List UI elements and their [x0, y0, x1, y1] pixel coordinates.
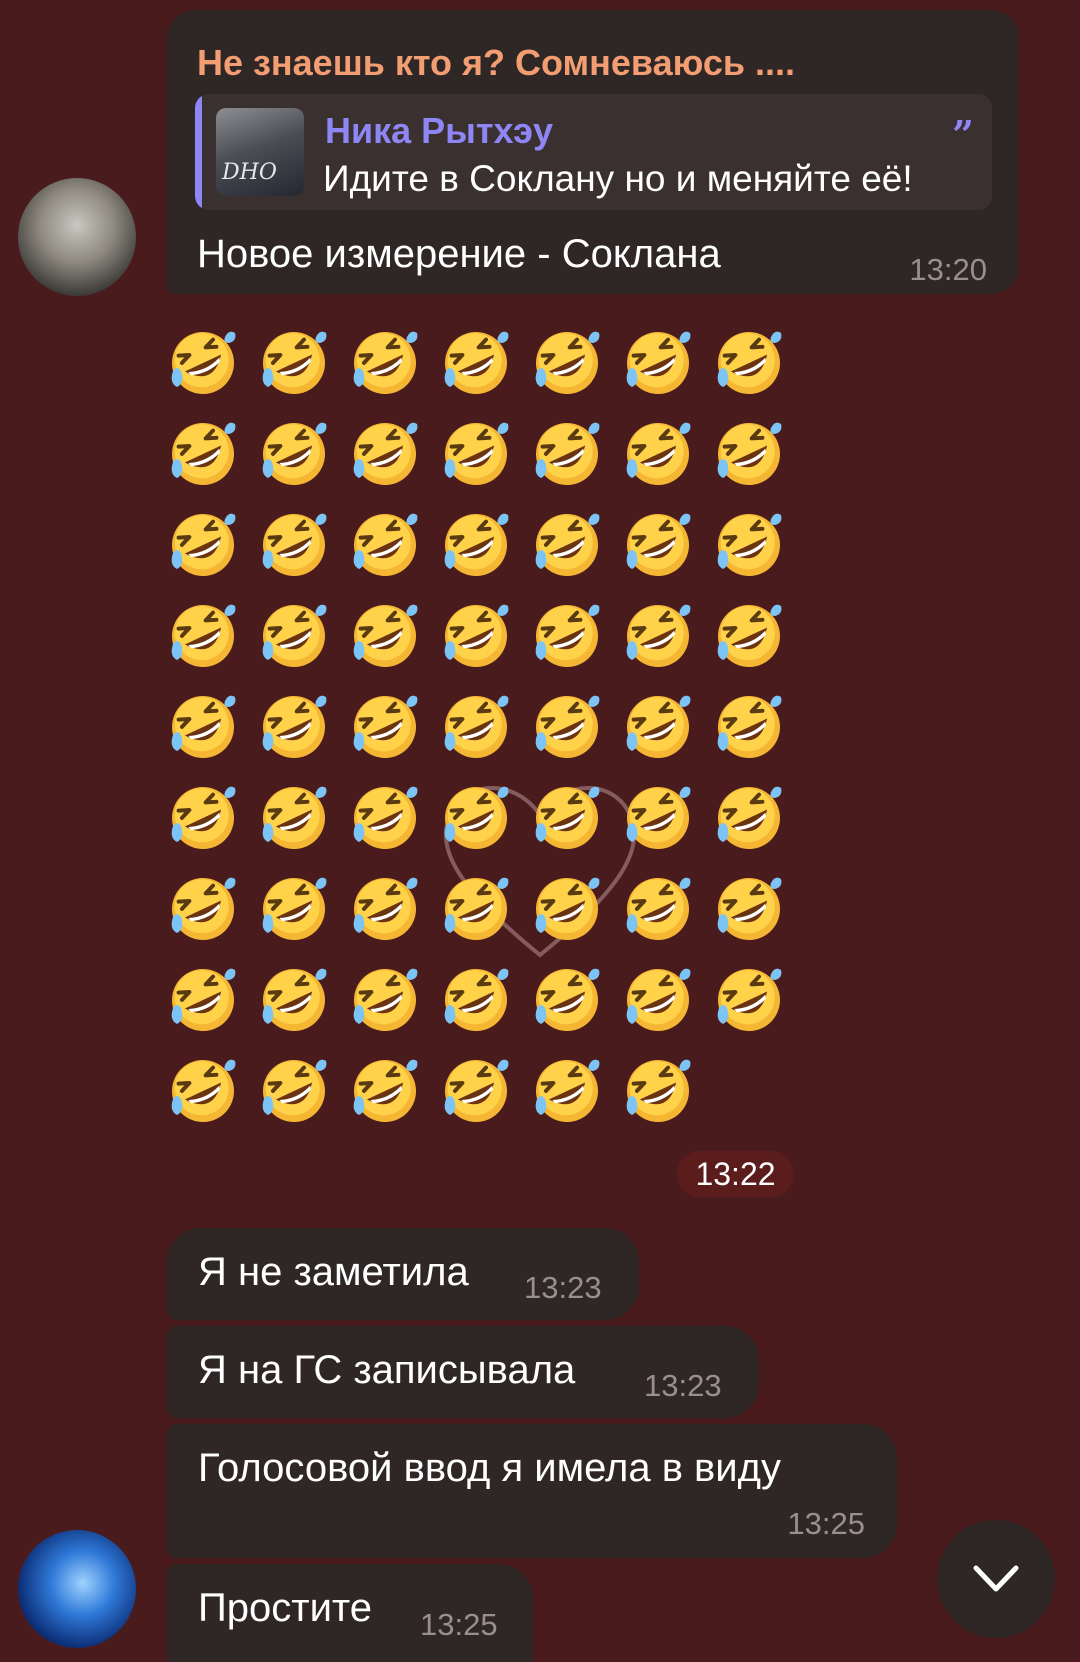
chevron-down-icon [973, 1565, 1019, 1592]
rolling-laughing-emoji-icon [167, 964, 239, 1036]
reply-thumbnail: DHO [216, 108, 304, 196]
rolling-laughing-emoji-icon [440, 600, 512, 672]
rolling-laughing-emoji-icon [622, 327, 694, 399]
message-text: Простите [198, 1586, 373, 1630]
rolling-laughing-emoji-icon [349, 327, 421, 399]
quote-icon: ” [952, 112, 974, 157]
rolling-laughing-emoji-icon [531, 327, 603, 399]
rolling-laughing-emoji-icon [258, 782, 330, 854]
message-bubble[interactable]: Я не заметила 13:23 [167, 1228, 639, 1320]
rolling-laughing-emoji-icon [622, 691, 694, 763]
rolling-laughing-emoji-icon [349, 418, 421, 490]
rolling-laughing-emoji-icon [167, 509, 239, 581]
sender-avatar[interactable] [18, 178, 136, 296]
rolling-laughing-emoji-icon [531, 418, 603, 490]
rolling-laughing-emoji-icon [258, 1055, 330, 1127]
rolling-laughing-emoji-icon [713, 600, 785, 672]
rolling-laughing-emoji-icon [713, 418, 785, 490]
rolling-laughing-emoji-icon [167, 600, 239, 672]
message-time: 13:23 [644, 1368, 722, 1403]
rolling-laughing-emoji-icon [531, 964, 603, 1036]
rolling-laughing-emoji-icon [440, 964, 512, 1036]
rolling-laughing-emoji-icon [531, 782, 603, 854]
rolling-laughing-emoji-icon [713, 327, 785, 399]
rolling-laughing-emoji-icon [440, 418, 512, 490]
message-text: Я на ГС записывала [198, 1348, 576, 1392]
rolling-laughing-emoji-icon [622, 873, 694, 945]
sender-name[interactable]: Не знаешь кто я? Сомневаюсь .... [197, 42, 795, 84]
rolling-laughing-emoji-icon [440, 782, 512, 854]
message-text: Голосовой ввод я имела в виду [198, 1446, 781, 1490]
rolling-laughing-emoji-icon [258, 964, 330, 1036]
message-time: 13:25 [787, 1506, 865, 1541]
rolling-laughing-emoji-icon [622, 1055, 694, 1127]
rolling-laughing-emoji-icon [167, 873, 239, 945]
rolling-laughing-emoji-icon [440, 873, 512, 945]
rolling-laughing-emoji-icon [440, 1055, 512, 1127]
thumbnail-logo-text: DHO [222, 160, 277, 185]
rolling-laughing-emoji-icon [440, 691, 512, 763]
rolling-laughing-emoji-icon [167, 782, 239, 854]
rolling-laughing-emoji-icon [713, 691, 785, 763]
scroll-to-bottom-button[interactable] [937, 1520, 1055, 1638]
message-time: 13:20 [909, 252, 987, 287]
rolling-laughing-emoji-icon [167, 1055, 239, 1127]
reply-author: Ника Рытхэу [325, 110, 554, 151]
rolling-laughing-emoji-icon [349, 873, 421, 945]
rolling-laughing-emoji-icon [349, 691, 421, 763]
rolling-laughing-emoji-icon [349, 964, 421, 1036]
rolling-laughing-emoji-icon [167, 691, 239, 763]
message-text: Я не заметила [198, 1250, 469, 1294]
rolling-laughing-emoji-icon [349, 600, 421, 672]
reply-text: Идите в Соклану но и меняйте её! [323, 158, 913, 199]
rolling-laughing-emoji-icon [622, 782, 694, 854]
message-time: 13:25 [420, 1607, 498, 1642]
rolling-laughing-emoji-icon [440, 509, 512, 581]
rolling-laughing-emoji-icon [349, 509, 421, 581]
rolling-laughing-emoji-icon [258, 691, 330, 763]
rolling-laughing-emoji-icon [531, 691, 603, 763]
rolling-laughing-emoji-icon [349, 782, 421, 854]
rolling-laughing-emoji-icon [258, 418, 330, 490]
message-bubble[interactable]: Не знаешь кто я? Сомневаюсь .... DHO Ник… [167, 10, 1019, 294]
rolling-laughing-emoji-icon [440, 327, 512, 399]
message-bubble[interactable]: Простите 13:25 [167, 1564, 533, 1662]
reply-accent-bar [195, 94, 202, 210]
rolling-laughing-emoji-icon [531, 509, 603, 581]
rolling-laughing-emoji-icon [622, 509, 694, 581]
emoji-message-time: 13:22 [677, 1151, 794, 1197]
message-time: 13:23 [524, 1270, 602, 1305]
message-text: Новое измерение - Соклана [197, 232, 721, 276]
message-bubble[interactable]: Я на ГС записывала 13:23 [167, 1326, 759, 1418]
rolling-laughing-emoji-icon [258, 509, 330, 581]
rolling-laughing-emoji-icon [167, 327, 239, 399]
rolling-laughing-emoji-icon [531, 873, 603, 945]
rolling-laughing-emoji-icon [713, 964, 785, 1036]
rolling-laughing-emoji-icon [258, 327, 330, 399]
rolling-laughing-emoji-icon [622, 964, 694, 1036]
rolling-laughing-emoji-icon [531, 1055, 603, 1127]
rolling-laughing-emoji-icon [349, 1055, 421, 1127]
rolling-laughing-emoji-icon [258, 600, 330, 672]
rolling-laughing-emoji-icon [622, 418, 694, 490]
rolling-laughing-emoji-icon [531, 600, 603, 672]
rolling-laughing-emoji-icon [713, 873, 785, 945]
rolling-laughing-emoji-icon [622, 600, 694, 672]
sender-avatar[interactable] [18, 1530, 136, 1648]
rolling-laughing-emoji-icon [258, 873, 330, 945]
reply-quote[interactable]: DHO Ника Рытхэу Идите в Соклану но и мен… [195, 94, 992, 210]
message-bubble[interactable]: Голосовой ввод я имела в виду 13:25 [167, 1424, 897, 1558]
rolling-laughing-emoji-icon [713, 509, 785, 581]
rolling-laughing-emoji-icon [713, 782, 785, 854]
rolling-laughing-emoji-icon [167, 418, 239, 490]
